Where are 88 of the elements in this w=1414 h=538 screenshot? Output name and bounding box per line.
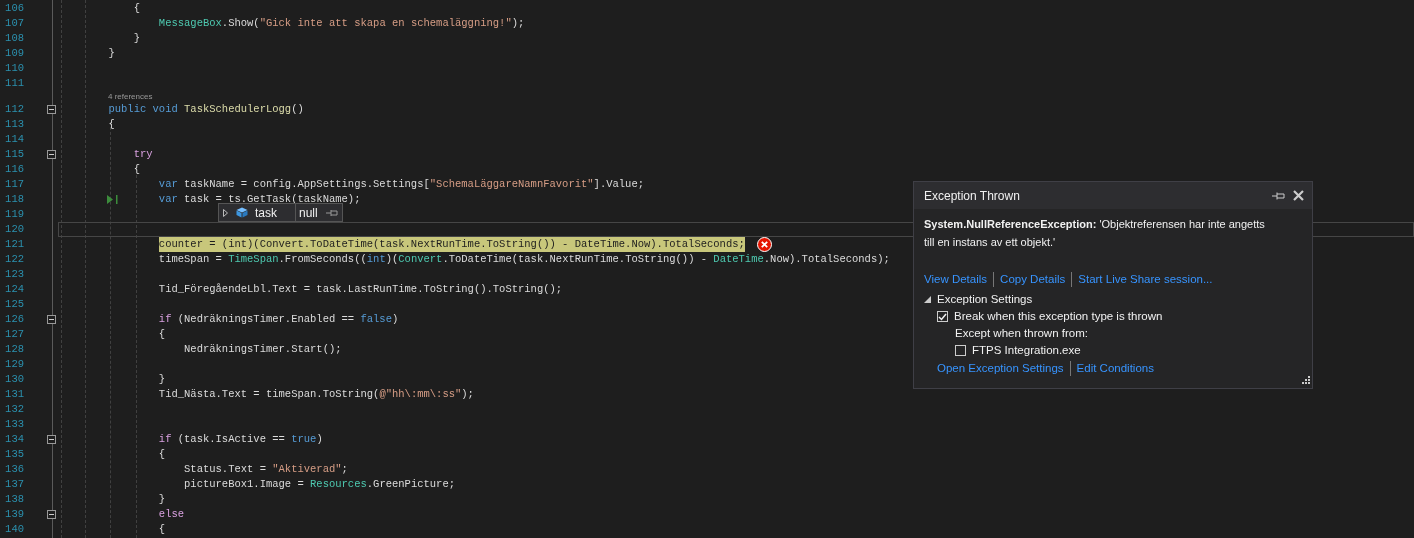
line-number: 121 [4, 237, 24, 252]
line-number: 129 [4, 357, 24, 372]
line-number: 118 [4, 192, 24, 207]
code-line: Status.Text = "Aktiverad"; [184, 462, 348, 477]
line-number: 119 [4, 207, 24, 222]
exception-message: System.NullReferenceException: 'Objektreferensen har inte angetts till en instans av ett objekt.' [923, 217, 1266, 250]
except-label: Except when thrown from: [954, 326, 1089, 341]
resize-grip-icon[interactable] [1300, 376, 1310, 386]
line-number: 139 [4, 507, 24, 522]
object-icon [236, 207, 248, 218]
code-line: NedräkningsTimer.Start(); [184, 342, 342, 357]
line-number: 132 [4, 402, 24, 417]
line-number: 108 [4, 31, 24, 46]
code-line: else [158, 507, 185, 522]
link[interactable]: Edit Conditions [1076, 359, 1154, 378]
code-line: } [158, 492, 166, 507]
code-line: { [158, 447, 166, 462]
line-number: 124 [4, 282, 24, 297]
line-number: 123 [4, 267, 24, 282]
line-number: 114 [4, 132, 24, 147]
line-number: 115 [4, 147, 24, 162]
code-line: MessageBox.Show("Gick inte att skapa en schemaläggning!"); [158, 16, 525, 31]
link[interactable]: View Details [924, 270, 988, 288]
code-line: { [158, 327, 166, 342]
references-count[interactable]: 4 references [108, 92, 153, 101]
collapse-icon[interactable] [47, 435, 56, 444]
code-line: { [133, 1, 140, 16]
link[interactable]: Copy Details [1000, 270, 1066, 288]
line-number: 122 [4, 252, 24, 267]
code-line: } [108, 46, 115, 61]
close-icon[interactable] [1293, 190, 1304, 201]
code-line: if (task.IsActive == true) [158, 432, 323, 447]
code-line: { [158, 522, 166, 537]
line-number: 135 [4, 447, 24, 462]
line-number: 111 [4, 76, 24, 91]
code-line: { [108, 117, 115, 132]
checkbox-label: FTPS Integration.exe [972, 343, 1081, 358]
line-number: 112 [4, 102, 24, 117]
line-number: 120 [4, 222, 24, 237]
line-number: 131 [4, 387, 24, 402]
code-line: try [133, 147, 153, 162]
line-number: 113 [4, 117, 24, 132]
section-title[interactable]: Exception Settings [937, 291, 1033, 308]
code-line: var taskName = config.AppSettings.Settings["SchemaLäggareNamnFavorit"].Value; [158, 177, 645, 192]
pin-icon[interactable] [326, 208, 338, 217]
variable-value: null [299, 204, 319, 222]
line-number: 137 [4, 477, 24, 492]
line-number: 125 [4, 297, 24, 312]
checkbox-label: Break when this exception type is thrown [954, 309, 1163, 324]
link[interactable]: Start Live Share session... [1078, 270, 1213, 288]
line-number: 134 [4, 432, 24, 447]
line-number: 106 [4, 1, 24, 16]
collapse-icon[interactable] [47, 510, 56, 519]
code-line: } [133, 31, 140, 46]
line-number: 128 [4, 342, 24, 357]
expand-icon[interactable] [924, 296, 931, 303]
pin-icon[interactable] [1272, 191, 1285, 200]
popup-title: Exception Thrown [924, 187, 1021, 205]
code-line: Tid_FöregåendeLbl.Text = task.LastRunTime.ToString().ToString(); [158, 282, 563, 297]
line-number: 127 [4, 327, 24, 342]
variable-name: task [255, 204, 278, 222]
checkbox[interactable] [937, 311, 948, 322]
run-to-click-icon[interactable] [107, 195, 118, 204]
code-line: Tid_Nästa.Text = timeSpan.ToString(@"hh\:mm\:ss"); [158, 387, 474, 402]
code-line: public void TaskSchedulerLogg() [108, 102, 304, 117]
line-number: 133 [4, 417, 24, 432]
checkbox[interactable] [955, 345, 966, 356]
line-number: 110 [4, 61, 24, 76]
line-number: 117 [4, 177, 24, 192]
line-number: 136 [4, 462, 24, 477]
collapse-icon[interactable] [47, 150, 56, 159]
line-number: 109 [4, 46, 24, 61]
line-number: 140 [4, 522, 24, 537]
code-line: } [158, 372, 166, 387]
collapse-icon[interactable] [47, 315, 56, 324]
code-line: pictureBox1.Image = Resources.GreenPicture; [184, 477, 455, 492]
expand-icon[interactable] [223, 208, 228, 217]
code-line: if (NedräkningsTimer.Enabled == false) [158, 312, 399, 327]
line-number: 116 [4, 162, 24, 177]
line-number: 130 [4, 372, 24, 387]
code-line: { [133, 162, 140, 177]
link[interactable]: Open Exception Settings [937, 359, 1064, 378]
line-number: 126 [4, 312, 24, 327]
collapse-icon[interactable] [47, 105, 56, 114]
code-line: timeSpan = TimeSpan.FromSeconds((int)(Convert.ToDateTime(task.NextRunTime.ToString()) - DateTime.Now).TotalSeconds); [158, 252, 890, 267]
line-number: 138 [4, 492, 24, 507]
code-line: var task = ts.GetTask(taskName); [158, 192, 361, 207]
line-number: 107 [4, 16, 24, 31]
